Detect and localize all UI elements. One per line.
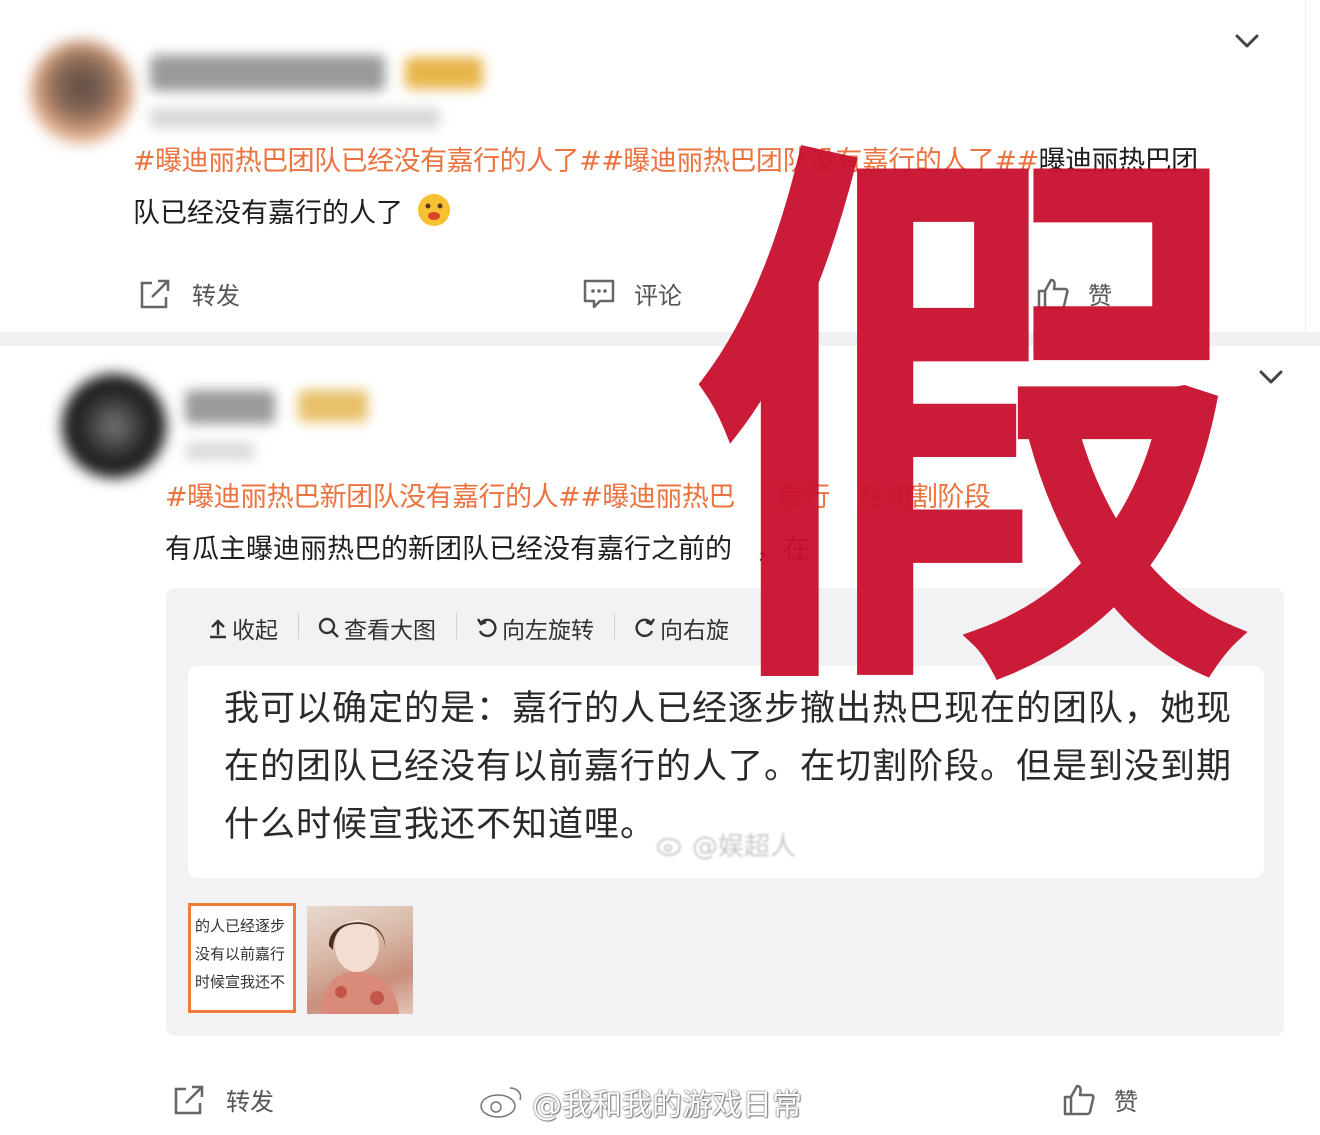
post-body-text: 有瓜主曝迪丽热巴的新团队已经没有嘉行之前的 [165,534,732,565]
thumbnail-photo[interactable] [307,906,413,1014]
collapse-label: 收起 [232,618,278,644]
weibo-watermark: @我和我的游戏日常 [478,1080,802,1124]
chevron-down-icon[interactable] [1258,364,1284,390]
avatar[interactable] [62,374,166,478]
post-meta-blurred [185,442,255,460]
chevron-down-icon[interactable] [1234,28,1260,54]
rotate-left-icon [476,618,497,638]
share-icon [174,1085,204,1114]
hashtag-link[interactable]: #曝迪丽热巴新团队没有嘉行的人##曝迪丽热巴 [165,482,735,513]
rotate-left-label: 向左旋转 [502,618,594,644]
vip-badge-blurred [405,57,483,89]
rotate-left-button[interactable]: 向左旋转 [456,611,614,645]
thumb-line: 的人已经逐步 [195,917,286,935]
comment-button[interactable]: 评论 [582,276,682,311]
username-blurred[interactable] [150,55,385,91]
post-meta-blurred [150,108,440,128]
comment-icon [583,279,615,308]
thumbnail-selected[interactable]: 的人已经逐步 没有以前嘉行 时候宣我还不 [188,903,296,1013]
repost-button[interactable]: 转发 [138,276,240,311]
portrait-photo [321,920,399,1014]
rotate-right-icon [635,618,656,638]
thumb-line: 没有以前嘉行 [195,945,286,963]
fake-stamp-overlay: 假 [690,104,1250,756]
search-icon [318,617,339,638]
view-large-button[interactable]: 查看大图 [298,611,456,645]
face-emoji-icon [417,194,450,226]
image-toolbar: 收起 查看大图 向左旋转 向右旋 [188,588,749,668]
repost-button[interactable]: 转发 [172,1082,274,1117]
like-label: 赞 [1114,1088,1138,1116]
weibo-logo-icon [480,1087,522,1118]
post-body-line2: 队已经没有嘉行的人了 [133,188,452,240]
vip-badge-blurred [298,390,368,422]
thumbs-up-icon [1063,1084,1095,1115]
post-body-text: 队已经没有嘉行的人了 [133,198,403,229]
collapse-arrow-icon [210,619,226,639]
weibo-logo-icon [657,837,681,856]
thumb-line: 时候宣我还不 [195,973,286,991]
view-large-label: 查看大图 [344,618,436,644]
like-button[interactable]: 赞 [1062,1082,1138,1117]
repost-label: 转发 [192,282,240,310]
share-icon [140,279,170,308]
inner-watermark: @娱超人 [656,826,796,863]
avatar[interactable] [30,40,134,144]
comment-label: 评论 [634,282,682,310]
watermark-text: @我和我的游戏日常 [532,1088,802,1123]
username-blurred[interactable] [185,390,275,424]
repost-label: 转发 [226,1088,274,1116]
collapse-button[interactable]: 收起 [188,611,298,645]
inner-watermark-text: @娱超人 [692,832,797,862]
